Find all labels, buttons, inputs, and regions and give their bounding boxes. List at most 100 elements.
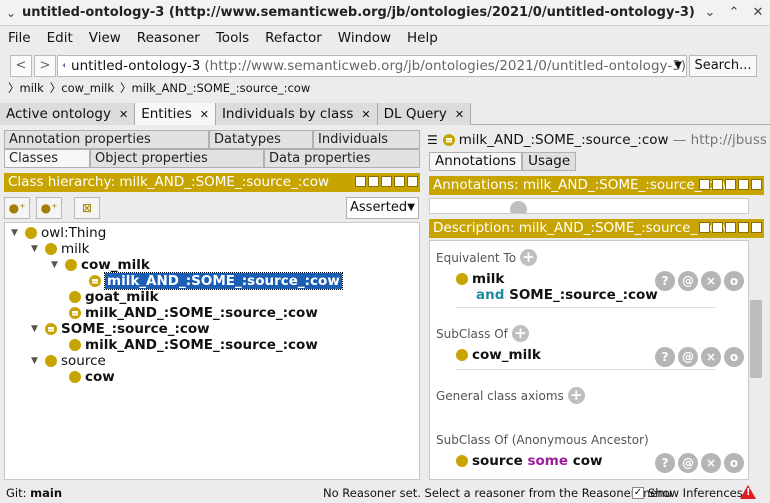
breadcrumb-item[interactable]: 〉milk_AND_:SOME_:source_:cow — [120, 80, 310, 96]
explain-icon[interactable]: ? — [655, 453, 675, 473]
class-hierarchy-title: Class hierarchy: milk_AND_:SOME_:source_… — [8, 174, 330, 190]
maximize-icon[interactable] — [394, 176, 405, 187]
explain-icon[interactable]: ? — [655, 347, 675, 367]
delete-icon[interactable]: × — [701, 347, 721, 367]
delete-icon[interactable]: × — [701, 271, 721, 291]
tree-node-milk-and-some-source-cow[interactable]: milk_AND_:SOME_:source_:cow — [69, 305, 318, 321]
tree-node-milk-and-some-source-cow[interactable]: milk_AND_:SOME_:source_:cow — [69, 337, 318, 353]
split-icon[interactable] — [712, 222, 723, 233]
tab-individuals-by-class[interactable]: Individuals by class ✕ — [215, 103, 378, 125]
edit-icon[interactable]: o — [724, 347, 744, 367]
window-menu-chevron-icon[interactable]: ⌄ — [698, 5, 722, 20]
close-view-icon[interactable] — [751, 179, 762, 190]
pin-icon[interactable] — [699, 179, 710, 190]
close-tab-icon[interactable]: ✕ — [455, 108, 464, 121]
menu-tools[interactable]: Tools — [208, 30, 257, 46]
add-sibling-button[interactable]: ●⁺ — [36, 197, 62, 219]
tab-annotation-properties[interactable]: Annotation properties — [4, 130, 209, 149]
tab-usage[interactable]: Usage — [522, 152, 577, 171]
class-icon — [45, 243, 57, 255]
tree-node-owl-thing[interactable]: ▼ owl:Thing — [11, 225, 106, 241]
class-icon — [65, 259, 77, 271]
forward-button[interactable]: > — [34, 55, 56, 77]
add-annotation-icon[interactable] — [510, 201, 527, 213]
tab-datatypes[interactable]: Datatypes — [209, 130, 313, 149]
ontology-selector[interactable]: untitled-ontology-3 (http://www.semantic… — [57, 55, 687, 77]
menu-edit[interactable]: Edit — [39, 30, 81, 46]
hierarchy-mode-select[interactable]: Asserted ▼ — [346, 197, 419, 219]
edit-icon[interactable]: o — [724, 453, 744, 473]
split-icon[interactable] — [712, 179, 723, 190]
collapse-icon[interactable]: ▼ — [31, 353, 41, 369]
tab-active-ontology[interactable]: Active ontology ✕ — [0, 103, 136, 125]
tab-entities[interactable]: Entities ✕ — [135, 103, 216, 125]
menu-refactor[interactable]: Refactor — [257, 30, 330, 46]
split-icon[interactable] — [368, 176, 379, 187]
vertical-scrollbar[interactable] — [750, 300, 762, 378]
explain-icon[interactable]: ? — [655, 271, 675, 291]
menu-reasoner[interactable]: Reasoner — [129, 30, 208, 46]
menu-file[interactable]: File — [0, 30, 39, 46]
back-button[interactable]: < — [10, 55, 32, 77]
close-window-icon[interactable]: ✕ — [746, 5, 770, 20]
close-tab-icon[interactable]: ✕ — [361, 108, 370, 121]
close-view-icon[interactable] — [751, 222, 762, 233]
split-icon[interactable] — [725, 222, 736, 233]
menu-window[interactable]: Window — [330, 30, 399, 46]
tab-classes[interactable]: Classes — [4, 149, 90, 168]
tree-node-some-source-cow[interactable]: ▼ SOME_:source_:cow — [31, 321, 210, 337]
tab-annotations[interactable]: Annotations — [429, 152, 523, 171]
warning-icon[interactable] — [740, 485, 756, 499]
breadcrumb-item[interactable]: 〉cow_milk — [50, 80, 114, 96]
pin-icon[interactable] — [355, 176, 366, 187]
tab-object-properties[interactable]: Object properties — [90, 149, 264, 168]
menu-lines-icon[interactable]: ☰ — [427, 133, 438, 147]
dropdown-arrow-icon[interactable]: ▼ — [674, 60, 682, 71]
delete-icon[interactable]: × — [701, 453, 721, 473]
split-icon[interactable] — [725, 179, 736, 190]
show-inferences-checkbox[interactable]: ✓ — [632, 487, 644, 499]
collapse-icon[interactable]: ▼ — [31, 241, 41, 257]
annotate-icon[interactable]: @ — [678, 453, 698, 473]
add-subclass-button[interactable]: ●⁺ — [4, 197, 30, 219]
left-panel: Annotation properties Datatypes Individu… — [4, 130, 420, 480]
add-equivalent-icon[interactable]: + — [520, 249, 538, 266]
tab-dl-query[interactable]: DL Query ✕ — [377, 103, 472, 125]
anonymous-ancestor-expression[interactable]: source some cow — [456, 453, 602, 469]
close-view-icon[interactable] — [407, 176, 418, 187]
search-button[interactable]: Search... — [689, 55, 757, 77]
collapse-icon[interactable]: ▼ — [11, 225, 21, 241]
delete-class-button[interactable]: ⊠ — [74, 197, 100, 219]
tree-node-milk-and-some-source-cow[interactable]: milk_AND_:SOME_:source_:cow — [89, 272, 343, 290]
tree-node-cow-milk[interactable]: ▼ cow_milk — [51, 257, 150, 273]
split-icon[interactable] — [381, 176, 392, 187]
subclass-actions: ? @ × o — [655, 347, 744, 367]
menu-help[interactable]: Help — [399, 30, 446, 46]
equivalent-expression[interactable]: milk — [456, 271, 504, 287]
tab-data-properties[interactable]: Data properties — [264, 149, 420, 168]
menu-view[interactable]: View — [81, 30, 129, 46]
close-tab-icon[interactable]: ✕ — [200, 108, 209, 121]
close-tab-icon[interactable]: ✕ — [119, 108, 128, 121]
add-subclass-icon[interactable]: + — [511, 325, 529, 342]
tree-node-source[interactable]: ▼ source — [31, 353, 106, 369]
maximize-icon[interactable] — [738, 179, 749, 190]
maximize-icon[interactable] — [738, 222, 749, 233]
add-general-axiom-icon[interactable]: + — [567, 387, 585, 404]
pin-icon[interactable] — [699, 222, 710, 233]
collapse-icon[interactable]: ▼ — [51, 257, 61, 273]
breadcrumb-item[interactable]: 〉milk — [8, 80, 44, 96]
minimize-icon[interactable]: ⌃ — [722, 5, 746, 20]
tree-node-milk[interactable]: ▼ milk — [31, 241, 89, 257]
tree-node-cow[interactable]: cow — [69, 369, 115, 385]
collapse-icon[interactable]: ▼ — [31, 321, 41, 337]
window-menu-icon[interactable]: ⌄ — [0, 6, 22, 20]
reasoner-message: No Reasoner set. Select a reasoner from … — [323, 486, 672, 500]
class-tree: ▼ owl:Thing ▼ milk ▼ cow_milk milk_AND_:SOM… — [4, 222, 420, 480]
annotate-icon[interactable]: @ — [678, 347, 698, 367]
tree-node-goat-milk[interactable]: goat_milk — [69, 289, 159, 305]
annotate-icon[interactable]: @ — [678, 271, 698, 291]
subclass-item[interactable]: cow_milk — [456, 347, 541, 363]
tab-individuals[interactable]: Individuals — [313, 130, 420, 149]
edit-icon[interactable]: o — [724, 271, 744, 291]
